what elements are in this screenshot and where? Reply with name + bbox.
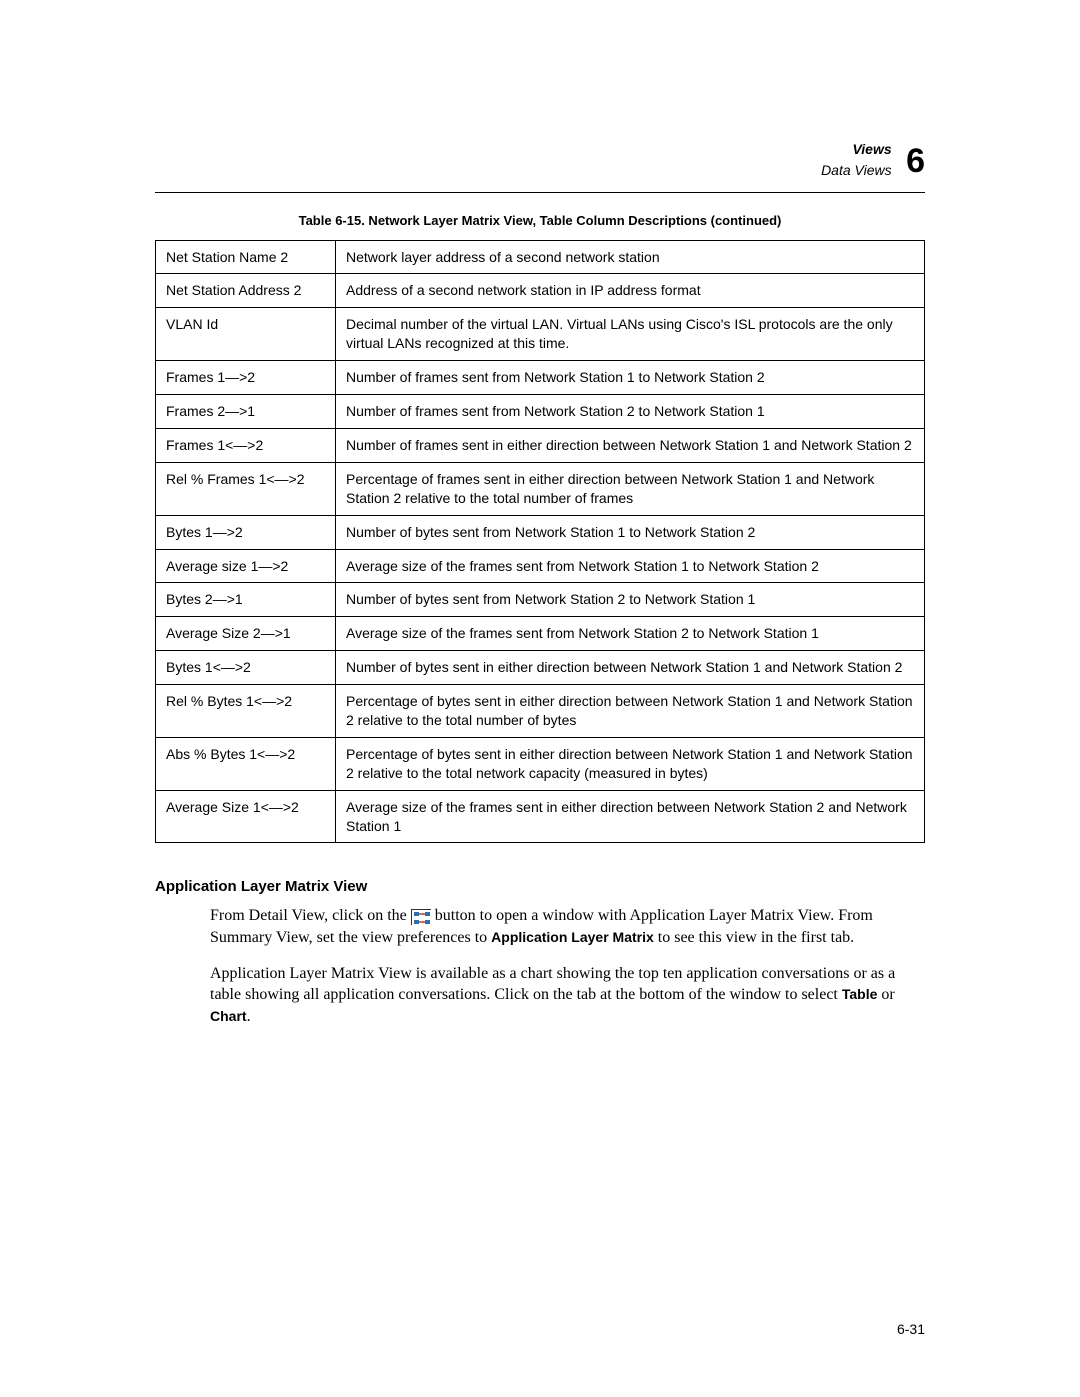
table-row: Net Station Address 2Address of a second… bbox=[156, 274, 925, 308]
table-row: Rel % Bytes 1<—>2Percentage of bytes sen… bbox=[156, 685, 925, 738]
para2-tail: . bbox=[247, 1008, 251, 1025]
matrix-view-icon bbox=[411, 909, 431, 925]
row-label: Rel % Bytes 1<—>2 bbox=[156, 685, 336, 738]
row-label: Abs % Bytes 1<—>2 bbox=[156, 737, 336, 790]
table-row: VLAN IdDecimal number of the virtual LAN… bbox=[156, 308, 925, 361]
table-row: Bytes 2—>1Number of bytes sent from Netw… bbox=[156, 583, 925, 617]
row-description: Number of frames sent from Network Stati… bbox=[336, 361, 925, 395]
para2-bold1: Table bbox=[842, 986, 878, 1002]
row-description: Number of bytes sent from Network Statio… bbox=[336, 515, 925, 549]
row-description: Percentage of bytes sent in either direc… bbox=[336, 737, 925, 790]
paragraph-1: From Detail View, click on the button to… bbox=[210, 905, 925, 948]
row-description: Average size of the frames sent in eithe… bbox=[336, 790, 925, 843]
para1-tail: to see this view in the first tab. bbox=[654, 929, 854, 946]
table-row: Average Size 2—>1Average size of the fra… bbox=[156, 617, 925, 651]
row-description: Average size of the frames sent from Net… bbox=[336, 549, 925, 583]
row-label: Rel % Frames 1<—>2 bbox=[156, 462, 336, 515]
row-description: Number of bytes sent in either direction… bbox=[336, 651, 925, 685]
row-description: Number of frames sent from Network Stati… bbox=[336, 395, 925, 429]
table-row: Average size 1—>2Average size of the fra… bbox=[156, 549, 925, 583]
chapter-number: 6 bbox=[906, 144, 925, 178]
table-row: Average Size 1<—>2Average size of the fr… bbox=[156, 790, 925, 843]
header-title: Views bbox=[852, 140, 891, 158]
row-label: Average Size 1<—>2 bbox=[156, 790, 336, 843]
table-row: Frames 1—>2Number of frames sent from Ne… bbox=[156, 361, 925, 395]
table-row: Bytes 1—>2Number of bytes sent from Netw… bbox=[156, 515, 925, 549]
row-label: Net Station Address 2 bbox=[156, 274, 336, 308]
row-description: Percentage of frames sent in either dire… bbox=[336, 462, 925, 515]
row-description: Number of frames sent in either directio… bbox=[336, 428, 925, 462]
row-label: VLAN Id bbox=[156, 308, 336, 361]
row-label: Bytes 1<—>2 bbox=[156, 651, 336, 685]
row-description: Network layer address of a second networ… bbox=[336, 240, 925, 274]
row-label: Bytes 2—>1 bbox=[156, 583, 336, 617]
header-subtitle: Data Views bbox=[821, 161, 892, 179]
table-row: Frames 2—>1Number of frames sent from Ne… bbox=[156, 395, 925, 429]
table-row: Frames 1<—>2Number of frames sent in eit… bbox=[156, 428, 925, 462]
page-header: Views Data Views 6 bbox=[155, 140, 925, 182]
description-table: Net Station Name 2Network layer address … bbox=[155, 240, 925, 844]
row-label: Frames 1<—>2 bbox=[156, 428, 336, 462]
row-label: Frames 2—>1 bbox=[156, 395, 336, 429]
row-label: Bytes 1—>2 bbox=[156, 515, 336, 549]
para2-mid: or bbox=[877, 986, 894, 1003]
row-label: Average size 1—>2 bbox=[156, 549, 336, 583]
row-description: Average size of the frames sent from Net… bbox=[336, 617, 925, 651]
page-number: 6-31 bbox=[897, 1321, 925, 1337]
table-caption: Table 6-15. Network Layer Matrix View, T… bbox=[155, 213, 925, 228]
row-description: Number of bytes sent from Network Statio… bbox=[336, 583, 925, 617]
row-description: Address of a second network station in I… bbox=[336, 274, 925, 308]
section-heading: Application Layer Matrix View bbox=[155, 878, 925, 895]
para1-pre: From Detail View, click on the bbox=[210, 907, 411, 924]
para2-pre: Application Layer Matrix View is availab… bbox=[210, 965, 895, 1004]
row-description: Percentage of bytes sent in either direc… bbox=[336, 685, 925, 738]
row-label: Average Size 2—>1 bbox=[156, 617, 336, 651]
row-label: Net Station Name 2 bbox=[156, 240, 336, 274]
table-row: Net Station Name 2Network layer address … bbox=[156, 240, 925, 274]
row-description: Decimal number of the virtual LAN. Virtu… bbox=[336, 308, 925, 361]
para1-bold1: Application Layer Matrix bbox=[491, 929, 654, 945]
para2-bold2: Chart bbox=[210, 1008, 247, 1024]
table-row: Bytes 1<—>2Number of bytes sent in eithe… bbox=[156, 651, 925, 685]
header-rule bbox=[155, 192, 925, 193]
paragraph-2: Application Layer Matrix View is availab… bbox=[210, 963, 925, 1028]
table-row: Rel % Frames 1<—>2Percentage of frames s… bbox=[156, 462, 925, 515]
row-label: Frames 1—>2 bbox=[156, 361, 336, 395]
table-row: Abs % Bytes 1<—>2Percentage of bytes sen… bbox=[156, 737, 925, 790]
